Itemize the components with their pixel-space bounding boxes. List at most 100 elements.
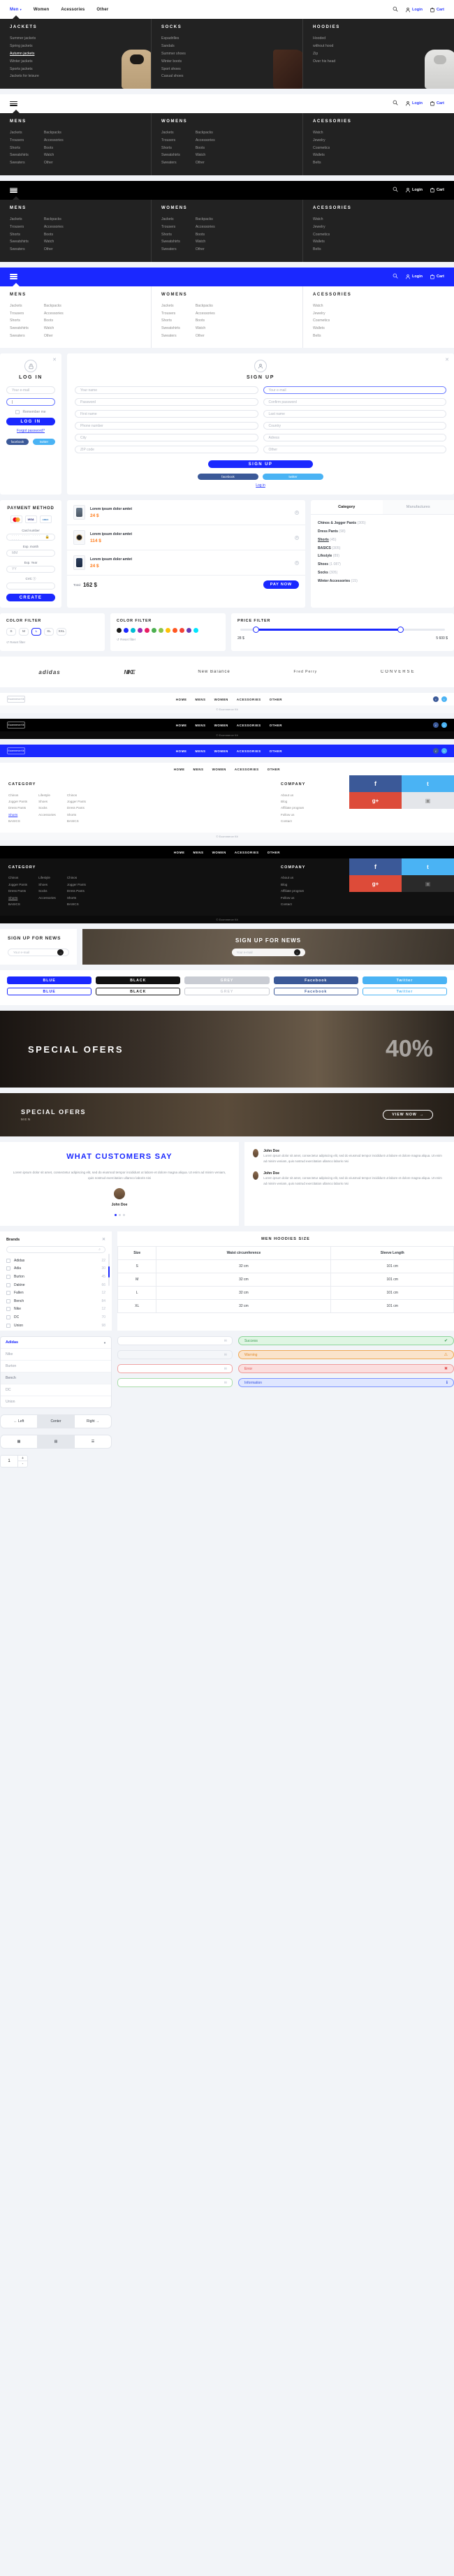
email-field-default[interactable]: ✉ — [117, 1336, 233, 1346]
signup-phone-input[interactable]: Phone number — [75, 422, 258, 430]
twitter-login-button[interactable]: twitter — [33, 439, 55, 446]
cart-button[interactable]: Cart — [430, 7, 444, 13]
list-item[interactable]: Backpacks — [44, 302, 64, 310]
nav-item-men[interactable]: Men ▾ — [10, 8, 22, 12]
signup-zip-input[interactable]: ZIP code — [75, 446, 258, 454]
grid-small-icon[interactable]: ▦ — [1, 1435, 38, 1449]
select-selected-value[interactable]: Adidas ▼ — [1, 1337, 111, 1348]
list-item[interactable]: Boots — [44, 230, 64, 238]
list-item[interactable]: Boots — [196, 317, 215, 325]
list-item[interactable]: Shorts — [10, 144, 29, 152]
list-item[interactable]: Jackets — [161, 129, 180, 137]
forgot-password-link[interactable]: Forgot password? — [6, 429, 55, 433]
list-item[interactable]: Contact — [281, 901, 341, 907]
search-icon[interactable] — [393, 6, 398, 13]
list-item[interactable]: Dress Pants — [8, 888, 27, 894]
list-item-selected[interactable]: Autumn jackets — [10, 50, 141, 58]
list-item[interactable]: Chinos & Jogger Pants (305) — [318, 519, 447, 527]
slider-knob-min[interactable] — [252, 627, 259, 634]
list-item[interactable]: Sport shoes — [161, 65, 293, 73]
list-item[interactable]: Shorts — [10, 317, 29, 325]
tab-manufactures[interactable]: Manufactures — [382, 500, 454, 515]
list-item[interactable]: Cosmetics — [313, 230, 444, 238]
swatch-pink[interactable] — [145, 628, 149, 634]
list-item[interactable]: Sports jackets — [10, 65, 141, 73]
login-button[interactable]: Login — [405, 101, 423, 106]
list-item[interactable]: Sandals — [161, 43, 293, 50]
reset-filter-link[interactable]: ↺ Reset filter — [117, 638, 219, 642]
checkbox[interactable] — [6, 1315, 10, 1319]
list-item[interactable]: Sweaters — [10, 159, 29, 167]
twitter-icon[interactable]: t — [441, 722, 447, 729]
close-icon[interactable]: ✕ — [102, 1237, 105, 1242]
footer-link-home[interactable]: HOME — [174, 851, 185, 854]
login-password-input[interactable] — [6, 398, 55, 407]
carousel-dot[interactable] — [114, 1214, 117, 1217]
list-item[interactable]: without hood — [313, 43, 444, 50]
footer-link-women[interactable]: WOMEN — [212, 768, 226, 771]
list-item[interactable]: Sweaters — [161, 332, 180, 340]
list-item[interactable]: Accessories — [196, 309, 215, 317]
checkbox[interactable] — [6, 1323, 10, 1328]
list-item[interactable]: Other — [196, 246, 215, 254]
exp-month-input[interactable]: MM — [6, 550, 55, 557]
footer-link-other[interactable]: OTHER — [270, 698, 282, 701]
search-icon[interactable] — [393, 273, 398, 280]
list-item[interactable]: Socks — [38, 805, 56, 811]
list-item[interactable]: Jewelry — [313, 223, 444, 230]
quantity-stepper[interactable]: 1 + - — [0, 1455, 28, 1468]
price-slider[interactable] — [240, 627, 445, 634]
list-item[interactable]: Shorts — [67, 812, 86, 818]
facebook-signup-button[interactable]: facebook — [198, 474, 258, 481]
login-button[interactable]: Login — [405, 187, 423, 193]
list-item[interactable]: Backpacks — [196, 302, 215, 310]
list-item[interactable]: Backpacks — [44, 129, 64, 137]
footer-link-home[interactable]: HOME — [174, 768, 185, 771]
list-item[interactable]: Blog — [281, 798, 341, 805]
remember-me-row[interactable]: Remember me — [6, 410, 55, 415]
list-item[interactable]: Jewelry — [313, 136, 444, 144]
list-item[interactable]: Belts — [313, 159, 444, 167]
instagram-icon[interactable]: ▣ — [402, 875, 454, 893]
stepper-increment[interactable]: + — [18, 1456, 27, 1462]
list-item[interactable]: Watch — [44, 152, 64, 159]
table-row[interactable]: Lorem ipsum dolor amtet 24 $ ✕ — [67, 550, 305, 576]
list-item[interactable]: Over his head — [313, 57, 444, 65]
carousel-dot[interactable] — [122, 1214, 125, 1217]
list-item[interactable]: Zip — [313, 50, 444, 58]
login-email-input[interactable]: Your e-mail — [6, 386, 55, 395]
list-item[interactable]: Adidas 22 — [6, 1257, 105, 1265]
select-option[interactable]: DC — [1, 1384, 111, 1396]
list-item[interactable]: Shorts — [161, 317, 180, 325]
list-item[interactable]: Dress Pants — [67, 888, 86, 894]
list-item[interactable]: Jackets — [10, 216, 29, 224]
list-item[interactable]: Spring jackets — [10, 43, 141, 50]
list-item[interactable]: Other — [196, 159, 215, 167]
list-item[interactable]: Other — [44, 332, 64, 340]
select-option[interactable]: Burton — [1, 1360, 111, 1372]
list-item[interactable]: DC 70 — [6, 1313, 105, 1322]
list-item[interactable]: Blog — [281, 881, 341, 888]
slider-knob-max[interactable] — [397, 627, 404, 634]
list-item[interactable]: Chinos — [8, 791, 27, 798]
select-option[interactable]: Union — [1, 1396, 111, 1407]
button-blue-solid[interactable]: BLUE — [7, 976, 92, 985]
select-option-hovered[interactable]: Bench — [1, 1372, 111, 1384]
cart-button[interactable]: Cart — [430, 274, 444, 279]
footer-link-other[interactable]: OTHER — [270, 724, 282, 727]
footer-link-mens[interactable]: MENS — [195, 724, 205, 727]
swatch-green[interactable] — [152, 628, 156, 634]
button-blue-outline[interactable]: BLUE — [7, 988, 92, 996]
list-item[interactable]: Jogger Pants — [67, 881, 86, 888]
remove-item-icon[interactable]: ✕ — [295, 560, 299, 565]
swatch-lightblue[interactable] — [193, 628, 198, 634]
close-icon[interactable]: ✕ — [52, 358, 57, 363]
search-icon[interactable]: ⌕ — [98, 1247, 101, 1252]
list-item[interactable]: Other — [196, 332, 215, 340]
swatch-deeppurple[interactable] — [186, 628, 191, 634]
twitter-icon[interactable]: t — [441, 748, 447, 754]
list-item[interactable]: Sweatshirts — [161, 152, 180, 159]
list-item[interactable]: Other — [44, 246, 64, 254]
login-button[interactable]: Login — [405, 274, 423, 279]
close-icon[interactable]: ✕ — [445, 358, 449, 363]
